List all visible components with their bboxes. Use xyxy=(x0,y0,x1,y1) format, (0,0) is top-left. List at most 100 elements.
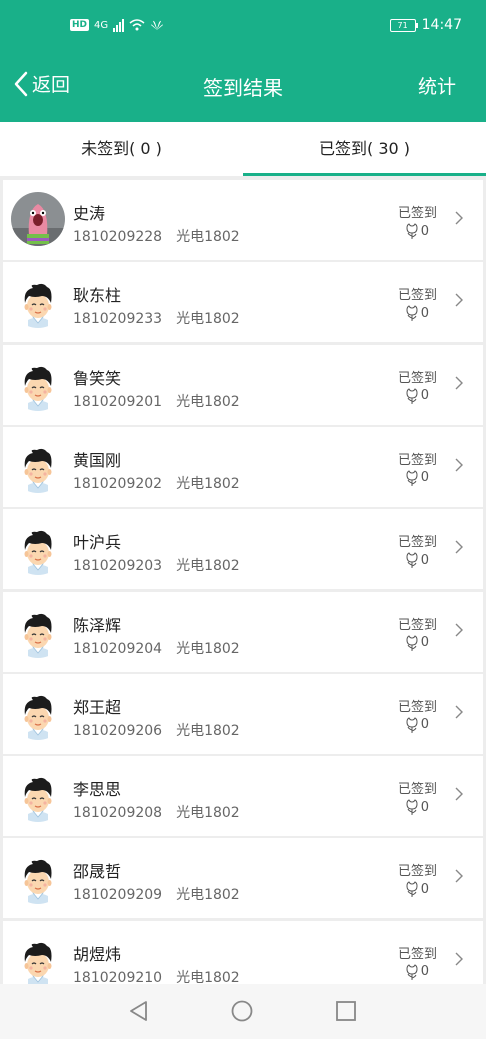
app-header: HD 4G 71 14:47 返回 签到结果 统计 xyxy=(0,0,486,122)
flower-icon xyxy=(406,387,418,404)
like-count: 0 xyxy=(404,716,429,734)
student-meta: 1810209203 光电1802 xyxy=(73,555,240,575)
flower-icon xyxy=(406,552,418,569)
like-count: 0 xyxy=(404,634,429,652)
list-item[interactable]: 陈泽辉 1810209204 光电1802 已签到 0 xyxy=(3,591,483,672)
sign-status: 已签到 xyxy=(397,206,437,221)
page-title: 签到结果 xyxy=(203,76,283,100)
avatar xyxy=(11,521,65,576)
student-class: 光电1802 xyxy=(176,805,240,822)
sign-status: 已签到 xyxy=(397,370,437,386)
sign-status: 已签到 xyxy=(397,535,437,551)
student-id: 1810209204 xyxy=(73,640,163,657)
chevron-right-icon xyxy=(455,376,463,390)
tab-bar: 未签到( 0 ) 已签到( 30 ) xyxy=(0,122,486,176)
student-name: 胡煜炜 xyxy=(73,944,122,964)
status-icons-right: 71 14:47 xyxy=(389,17,462,33)
avatar xyxy=(11,356,65,411)
student-meta: 1810209228 光电1802 xyxy=(73,226,240,246)
avatar xyxy=(11,274,65,329)
student-id: 1810209233 xyxy=(73,311,163,328)
triangle-back-icon[interactable] xyxy=(128,1000,150,1022)
list-item[interactable]: 邵晟哲 1810209209 光电1802 已签到 0 xyxy=(3,838,483,919)
chevron-right-icon xyxy=(455,869,463,883)
nav-bar: 返回 签到结果 统计 xyxy=(0,56,486,122)
like-count-value: 0 xyxy=(420,635,429,650)
battery-icon: 71 xyxy=(389,18,418,32)
user-photo-avatar xyxy=(11,192,65,246)
list-item[interactable]: 叶沪兵 1810209203 光电1802 已签到 0 xyxy=(3,509,483,590)
chevron-right-icon xyxy=(455,211,463,225)
student-name: 叶沪兵 xyxy=(73,533,122,553)
student-name: 黄国刚 xyxy=(73,450,122,470)
circle-home-icon[interactable] xyxy=(231,1000,253,1022)
student-name: 耿东柱 xyxy=(73,286,122,306)
student-class: 光电1802 xyxy=(176,311,240,328)
cartoon-boy-avatar-icon xyxy=(11,768,65,823)
like-count: 0 xyxy=(404,222,429,240)
avatar xyxy=(11,192,65,246)
network-type: 4G xyxy=(94,19,109,31)
cartoon-boy-avatar-icon xyxy=(11,932,65,984)
student-class: 光电1802 xyxy=(176,722,240,739)
student-class: 光电1802 xyxy=(176,475,240,492)
student-class: 光电1802 xyxy=(176,393,240,410)
sign-status: 已签到 xyxy=(397,782,437,798)
student-meta: 1810209206 光电1802 xyxy=(73,720,240,740)
avatar xyxy=(11,768,65,823)
list-item[interactable]: 黄国刚 1810209202 光电1802 已签到 0 xyxy=(3,426,483,507)
cartoon-boy-avatar-icon xyxy=(11,850,65,905)
chevron-right-icon xyxy=(455,705,463,719)
student-class: 光电1802 xyxy=(176,969,240,984)
student-list: 史涛 1810209228 光电1802 已签到 0 耿东柱 1810209233 光电180… xyxy=(0,176,486,984)
cartoon-boy-avatar-icon xyxy=(11,603,65,658)
student-name: 李思思 xyxy=(73,780,122,800)
avatar xyxy=(11,603,65,658)
status-icons-left: HD 4G xyxy=(70,18,164,32)
row-arrow xyxy=(455,868,463,887)
wifi-icon xyxy=(129,19,145,31)
list-item[interactable]: 郑王超 1810209206 光电1802 已签到 0 xyxy=(3,673,483,754)
list-item[interactable]: 史涛 1810209228 光电1802 已签到 0 xyxy=(3,180,483,260)
flower-icon xyxy=(406,634,418,651)
list-item[interactable]: 鲁笑笑 1810209201 光电1802 已签到 0 xyxy=(3,344,483,425)
student-meta: 1810209209 光电1802 xyxy=(73,884,240,904)
student-id: 1810209201 xyxy=(73,393,163,410)
student-meta: 1810209210 光电1802 xyxy=(73,967,240,984)
list-item[interactable]: 李思思 1810209208 光电1802 已签到 0 xyxy=(3,756,483,837)
student-class: 光电1802 xyxy=(176,887,240,904)
sign-status: 已签到 xyxy=(397,699,437,715)
student-id: 1810209210 xyxy=(73,969,163,984)
student-class: 光电1802 xyxy=(176,558,240,575)
tab-not-signed[interactable]: 未签到( 0 ) xyxy=(0,122,243,176)
hd-call-icon: HD xyxy=(70,19,90,31)
list-item[interactable]: 胡煜炜 1810209210 光电1802 已签到 0 xyxy=(3,920,483,984)
huawei-logo-icon xyxy=(151,20,164,30)
flower-icon xyxy=(406,470,418,486)
like-count: 0 xyxy=(404,798,429,816)
statistics-button[interactable]: 统计 xyxy=(418,72,456,99)
list-item[interactable]: 耿东柱 1810209233 光电1802 已签到 0 xyxy=(3,262,483,343)
status-bar: HD 4G 71 14:47 xyxy=(0,0,486,56)
like-count-value: 0 xyxy=(420,552,429,568)
student-class: 光电1802 xyxy=(176,640,240,657)
square-recent-icon[interactable] xyxy=(335,1000,357,1022)
row-arrow xyxy=(455,704,463,723)
sign-status: 已签到 xyxy=(397,288,437,304)
student-name: 鲁笑笑 xyxy=(73,368,122,388)
row-arrow xyxy=(455,292,463,311)
clock: 14:47 xyxy=(421,17,462,33)
cartoon-boy-avatar-icon xyxy=(11,521,65,576)
signal-icon xyxy=(113,18,125,32)
student-id: 1810209228 xyxy=(73,229,163,245)
row-arrow xyxy=(455,786,463,805)
student-meta: 1810209208 光电1802 xyxy=(73,802,240,822)
flower-icon xyxy=(406,223,418,239)
tab-signed[interactable]: 已签到( 30 ) xyxy=(243,122,486,176)
student-id: 1810209208 xyxy=(73,805,163,822)
student-meta: 1810209201 光电1802 xyxy=(73,391,240,411)
avatar xyxy=(11,685,65,740)
flower-icon xyxy=(406,964,418,980)
chevron-right-icon xyxy=(455,458,463,472)
student-id: 1810209203 xyxy=(73,558,163,575)
